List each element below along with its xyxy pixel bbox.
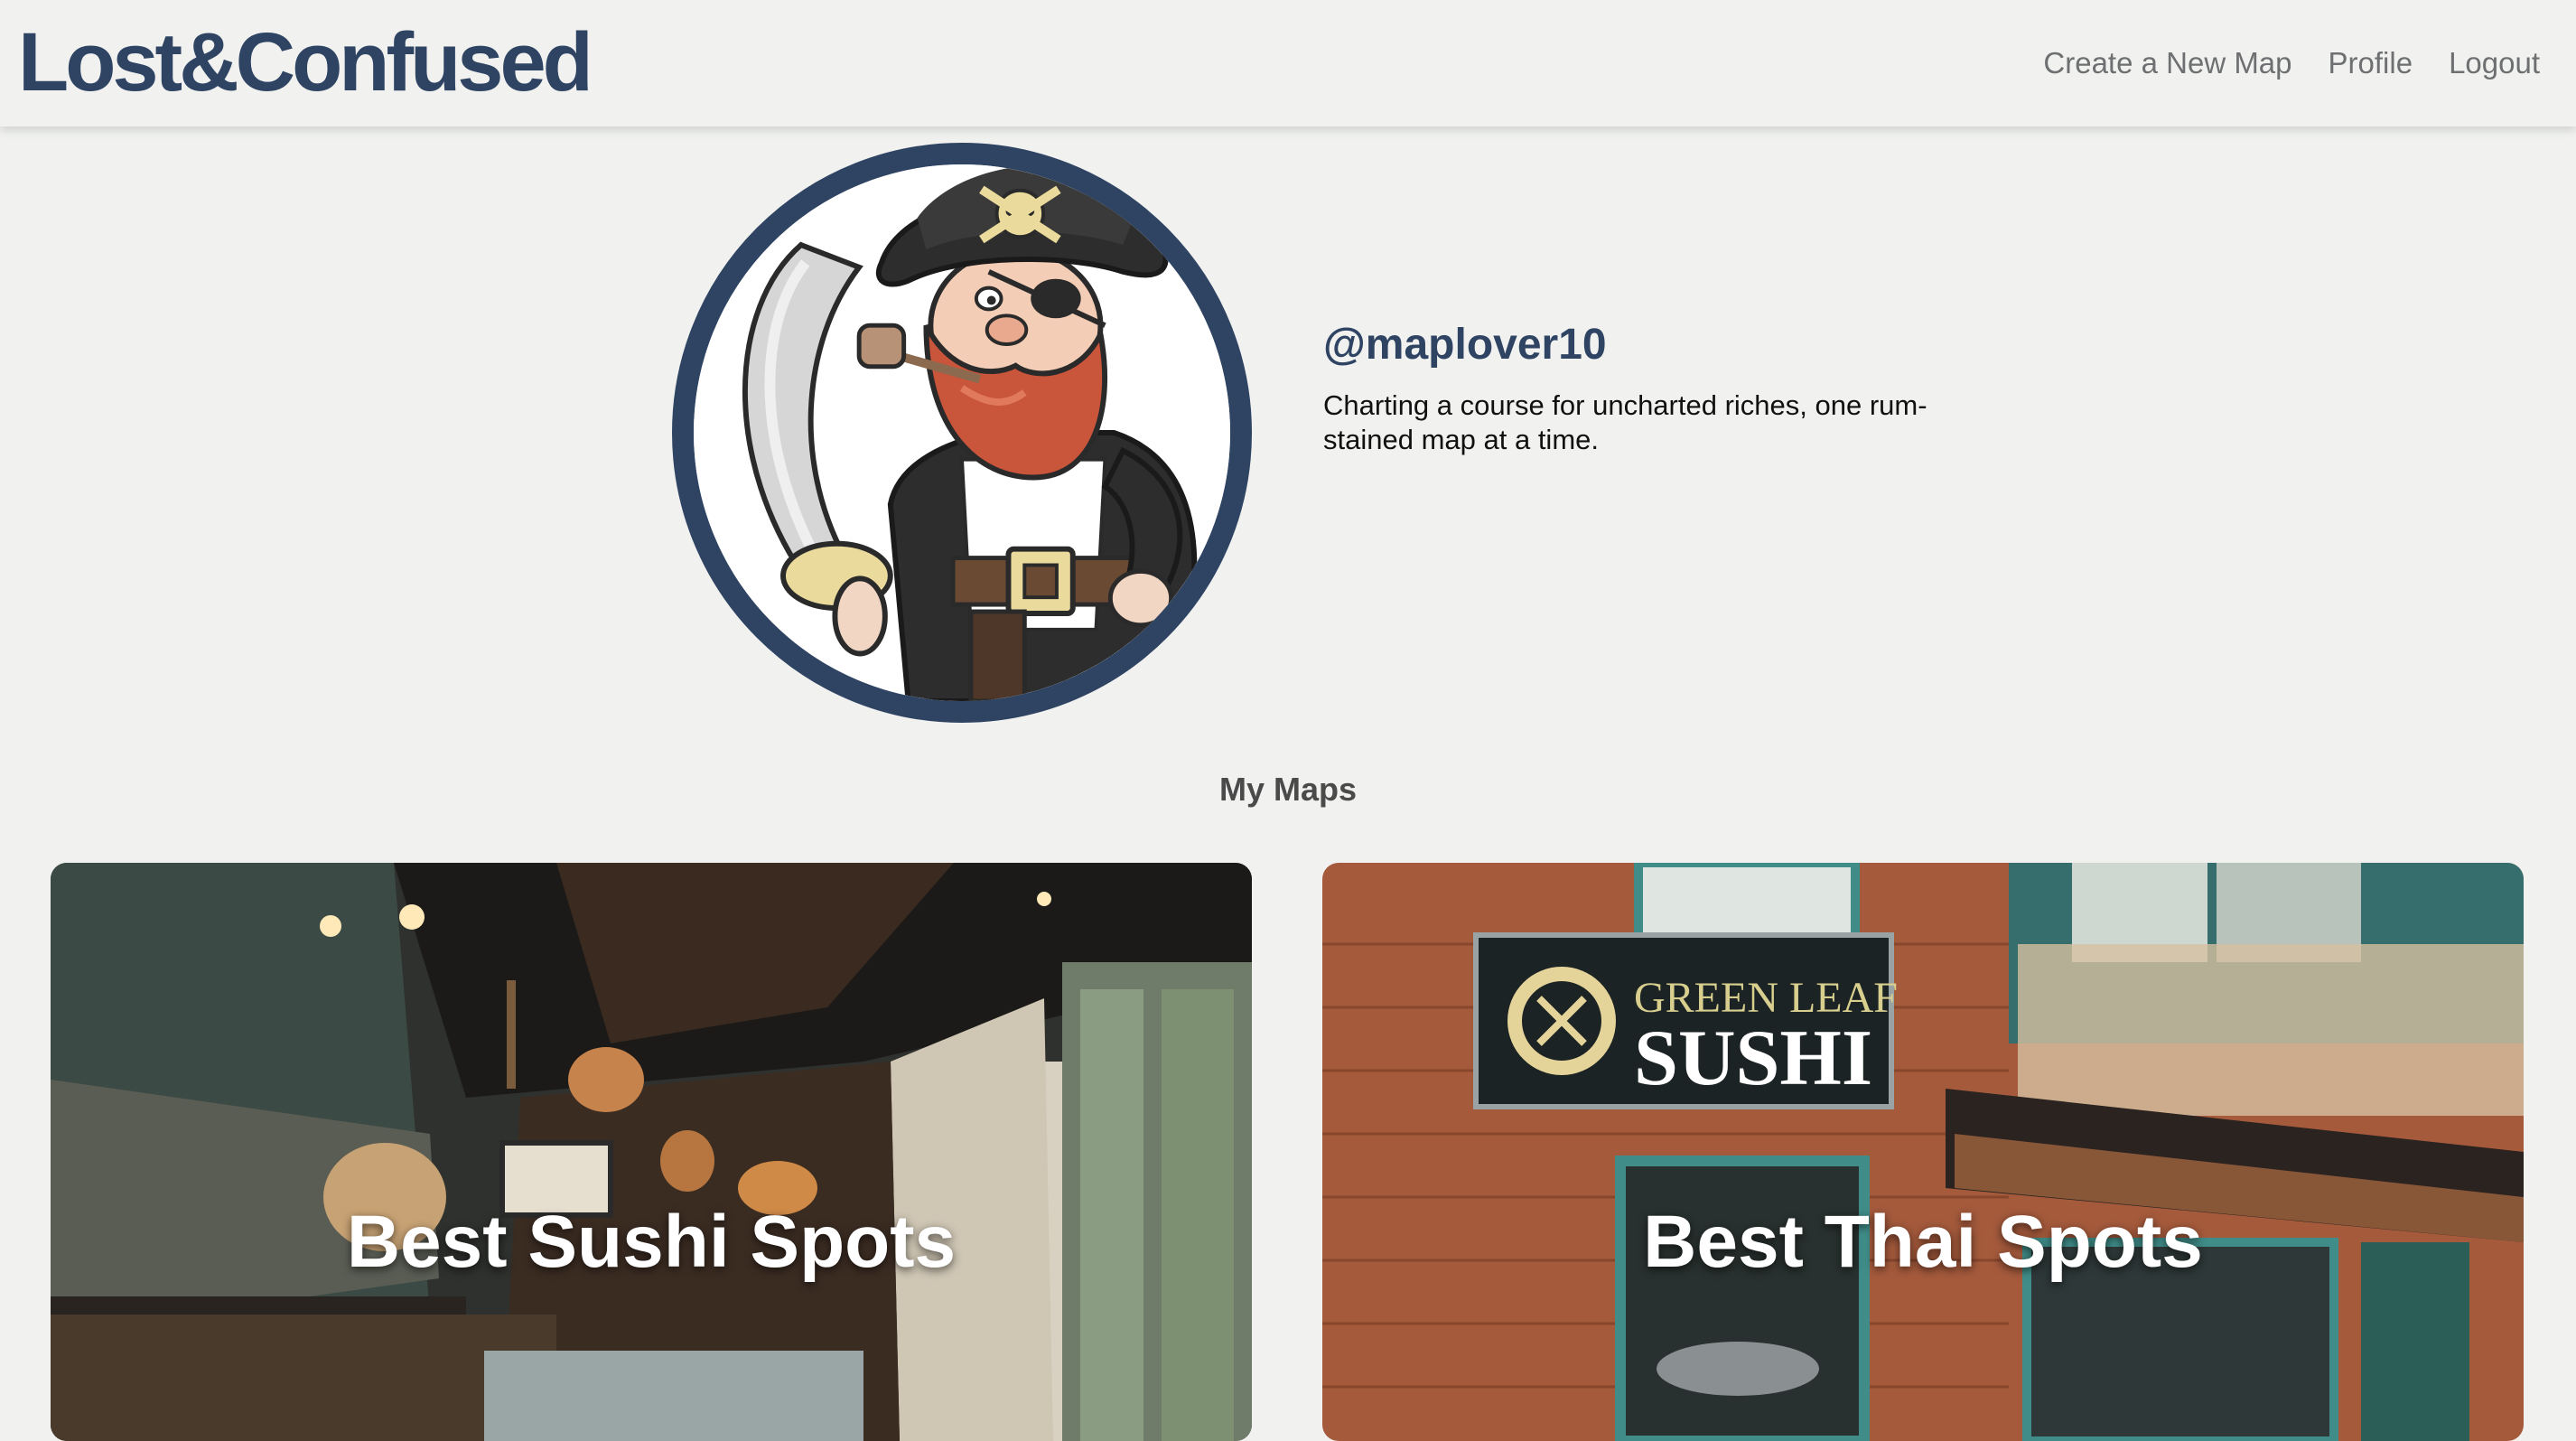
- map-card-thai[interactable]: GREEN LEAF SUSHI Best Thai Spots: [1322, 863, 2524, 1441]
- nav-link-profile[interactable]: Profile: [2329, 42, 2413, 85]
- sushi-restaurant-image: [51, 863, 1252, 1441]
- profile-username: @maplover10: [1323, 321, 1607, 369]
- map-card-title: Best Sushi Spots: [346, 1201, 957, 1283]
- map-card-sushi[interactable]: Best Sushi Spots: [51, 863, 1252, 1441]
- pirate-avatar-illustration: [694, 164, 1230, 701]
- green-leaf-sushi-storefront-image: GREEN LEAF SUSHI: [1322, 863, 2524, 1441]
- profile-bio: Charting a course for uncharted riches, …: [1323, 389, 1927, 455]
- sign-text-bottom: SUSHI: [1634, 1015, 1872, 1102]
- brand-logo[interactable]: Lost&Confused: [18, 13, 593, 112]
- my-maps-heading: My Maps: [1218, 771, 1358, 808]
- nav-link-logout[interactable]: Logout: [2449, 42, 2540, 85]
- nav-links: Create a New Map Profile Logout: [2043, 42, 2540, 85]
- navbar: Lost&Confused Create a New Map Profile L…: [0, 0, 2576, 126]
- map-card-title: Best Thai Spots: [1643, 1201, 2203, 1283]
- profile-avatar: [672, 143, 1252, 723]
- nav-link-create-map[interactable]: Create a New Map: [2043, 42, 2291, 85]
